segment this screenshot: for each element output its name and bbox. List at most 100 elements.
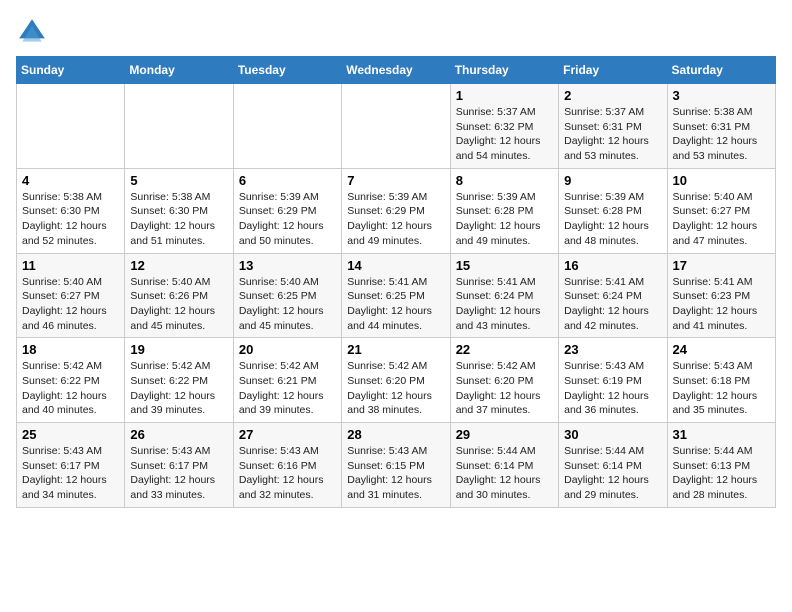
calendar-cell: 10 Sunrise: 5:40 AM Sunset: 6:27 PM Dayli…	[667, 168, 775, 253]
calendar-cell: 20 Sunrise: 5:42 AM Sunset: 6:21 PM Dayli…	[233, 338, 341, 423]
calendar-cell: 5 Sunrise: 5:38 AM Sunset: 6:30 PM Daylig…	[125, 168, 233, 253]
day-info: Sunrise: 5:43 AM Sunset: 6:15 PM Dayligh…	[347, 444, 444, 503]
calendar-cell: 22 Sunrise: 5:42 AM Sunset: 6:20 PM Dayli…	[450, 338, 558, 423]
day-number: 21	[347, 342, 444, 357]
day-info: Sunrise: 5:42 AM Sunset: 6:22 PM Dayligh…	[130, 359, 227, 418]
calendar-cell	[125, 84, 233, 169]
calendar-cell: 28Sunrise: 5:43 AM Sunset: 6:15 PM Dayli…	[342, 423, 450, 508]
day-info: Sunrise: 5:39 AM Sunset: 6:28 PM Dayligh…	[456, 190, 553, 249]
day-number: 16	[564, 258, 661, 273]
day-info: Sunrise: 5:43 AM Sunset: 6:16 PM Dayligh…	[239, 444, 336, 503]
calendar-cell	[17, 84, 125, 169]
calendar-cell: 17 Sunrise: 5:41 AM Sunset: 6:23 PM Dayli…	[667, 253, 775, 338]
day-info: Sunrise: 5:42 AM Sunset: 6:21 PM Dayligh…	[239, 359, 336, 418]
day-info: Sunrise: 5:43 AM Sunset: 6:17 PM Dayligh…	[22, 444, 119, 503]
day-number: 25	[22, 427, 119, 442]
col-header-tuesday: Tuesday	[233, 57, 341, 84]
day-info: Sunrise: 5:44 AM Sunset: 6:13 PM Dayligh…	[673, 444, 770, 503]
calendar-cell: 14Sunrise: 5:41 AM Sunset: 6:25 PM Dayli…	[342, 253, 450, 338]
day-number: 30	[564, 427, 661, 442]
day-info: Sunrise: 5:38 AM Sunset: 6:30 PM Dayligh…	[22, 190, 119, 249]
day-info: Sunrise: 5:42 AM Sunset: 6:20 PM Dayligh…	[456, 359, 553, 418]
day-number: 15	[456, 258, 553, 273]
day-number: 31	[673, 427, 770, 442]
day-number: 14	[347, 258, 444, 273]
calendar-cell	[342, 84, 450, 169]
day-number: 23	[564, 342, 661, 357]
day-number: 27	[239, 427, 336, 442]
day-number: 11	[22, 258, 119, 273]
logo-icon	[16, 16, 48, 48]
day-info: Sunrise: 5:41 AM Sunset: 6:23 PM Dayligh…	[673, 275, 770, 334]
calendar-cell: 18 Sunrise: 5:42 AM Sunset: 6:22 PM Dayli…	[17, 338, 125, 423]
col-header-sunday: Sunday	[17, 57, 125, 84]
day-number: 24	[673, 342, 770, 357]
col-header-monday: Monday	[125, 57, 233, 84]
day-info: Sunrise: 5:37 AM Sunset: 6:31 PM Dayligh…	[564, 105, 661, 164]
calendar-cell: 31 Sunrise: 5:44 AM Sunset: 6:13 PM Dayli…	[667, 423, 775, 508]
day-number: 19	[130, 342, 227, 357]
calendar-cell: 1Sunrise: 5:37 AM Sunset: 6:32 PM Daylig…	[450, 84, 558, 169]
day-info: Sunrise: 5:40 AM Sunset: 6:27 PM Dayligh…	[673, 190, 770, 249]
day-info: Sunrise: 5:41 AM Sunset: 6:24 PM Dayligh…	[564, 275, 661, 334]
calendar-cell: 26 Sunrise: 5:43 AM Sunset: 6:17 PM Dayli…	[125, 423, 233, 508]
calendar-cell: 25 Sunrise: 5:43 AM Sunset: 6:17 PM Dayli…	[17, 423, 125, 508]
col-header-wednesday: Wednesday	[342, 57, 450, 84]
day-number: 17	[673, 258, 770, 273]
day-info: Sunrise: 5:42 AM Sunset: 6:22 PM Dayligh…	[22, 359, 119, 418]
calendar-cell: 8 Sunrise: 5:39 AM Sunset: 6:28 PM Daylig…	[450, 168, 558, 253]
day-number: 29	[456, 427, 553, 442]
day-number: 5	[130, 173, 227, 188]
calendar-cell: 16 Sunrise: 5:41 AM Sunset: 6:24 PM Dayli…	[559, 253, 667, 338]
day-info: Sunrise: 5:38 AM Sunset: 6:30 PM Dayligh…	[130, 190, 227, 249]
col-header-friday: Friday	[559, 57, 667, 84]
day-info: Sunrise: 5:43 AM Sunset: 6:19 PM Dayligh…	[564, 359, 661, 418]
day-info: Sunrise: 5:40 AM Sunset: 6:25 PM Dayligh…	[239, 275, 336, 334]
day-number: 22	[456, 342, 553, 357]
calendar-cell: 13 Sunrise: 5:40 AM Sunset: 6:25 PM Dayli…	[233, 253, 341, 338]
calendar-cell: 3 Sunrise: 5:38 AM Sunset: 6:31 PM Daylig…	[667, 84, 775, 169]
day-number: 20	[239, 342, 336, 357]
calendar-cell: 9Sunrise: 5:39 AM Sunset: 6:28 PM Daylig…	[559, 168, 667, 253]
day-info: Sunrise: 5:39 AM Sunset: 6:29 PM Dayligh…	[347, 190, 444, 249]
day-info: Sunrise: 5:43 AM Sunset: 6:17 PM Dayligh…	[130, 444, 227, 503]
day-info: Sunrise: 5:42 AM Sunset: 6:20 PM Dayligh…	[347, 359, 444, 418]
day-number: 4	[22, 173, 119, 188]
day-info: Sunrise: 5:44 AM Sunset: 6:14 PM Dayligh…	[564, 444, 661, 503]
calendar-cell	[233, 84, 341, 169]
calendar-cell: 30 Sunrise: 5:44 AM Sunset: 6:14 PM Dayli…	[559, 423, 667, 508]
calendar-cell: 11 Sunrise: 5:40 AM Sunset: 6:27 PM Dayli…	[17, 253, 125, 338]
day-info: Sunrise: 5:43 AM Sunset: 6:18 PM Dayligh…	[673, 359, 770, 418]
calendar-cell: 24 Sunrise: 5:43 AM Sunset: 6:18 PM Dayli…	[667, 338, 775, 423]
calendar-cell: 29 Sunrise: 5:44 AM Sunset: 6:14 PM Dayli…	[450, 423, 558, 508]
calendar-cell: 2 Sunrise: 5:37 AM Sunset: 6:31 PM Daylig…	[559, 84, 667, 169]
day-number: 8	[456, 173, 553, 188]
day-number: 6	[239, 173, 336, 188]
day-number: 26	[130, 427, 227, 442]
day-number: 13	[239, 258, 336, 273]
day-info: Sunrise: 5:39 AM Sunset: 6:29 PM Dayligh…	[239, 190, 336, 249]
day-info: Sunrise: 5:39 AM Sunset: 6:28 PM Dayligh…	[564, 190, 661, 249]
day-info: Sunrise: 5:40 AM Sunset: 6:27 PM Dayligh…	[22, 275, 119, 334]
calendar-cell: 4 Sunrise: 5:38 AM Sunset: 6:30 PM Daylig…	[17, 168, 125, 253]
calendar-table: SundayMondayTuesdayWednesdayThursdayFrid…	[16, 56, 776, 508]
day-info: Sunrise: 5:40 AM Sunset: 6:26 PM Dayligh…	[130, 275, 227, 334]
calendar-cell: 21 Sunrise: 5:42 AM Sunset: 6:20 PM Dayli…	[342, 338, 450, 423]
day-number: 2	[564, 88, 661, 103]
calendar-cell: 23 Sunrise: 5:43 AM Sunset: 6:19 PM Dayli…	[559, 338, 667, 423]
calendar-cell: 15 Sunrise: 5:41 AM Sunset: 6:24 PM Dayli…	[450, 253, 558, 338]
day-info: Sunrise: 5:37 AM Sunset: 6:32 PM Dayligh…	[456, 105, 553, 164]
day-number: 18	[22, 342, 119, 357]
calendar-cell: 6 Sunrise: 5:39 AM Sunset: 6:29 PM Daylig…	[233, 168, 341, 253]
day-info: Sunrise: 5:44 AM Sunset: 6:14 PM Dayligh…	[456, 444, 553, 503]
col-header-saturday: Saturday	[667, 57, 775, 84]
calendar-cell: 27 Sunrise: 5:43 AM Sunset: 6:16 PM Dayli…	[233, 423, 341, 508]
day-number: 7	[347, 173, 444, 188]
day-info: Sunrise: 5:41 AM Sunset: 6:24 PM Dayligh…	[456, 275, 553, 334]
day-info: Sunrise: 5:38 AM Sunset: 6:31 PM Dayligh…	[673, 105, 770, 164]
calendar-cell: 12Sunrise: 5:40 AM Sunset: 6:26 PM Dayli…	[125, 253, 233, 338]
page-header	[16, 16, 776, 48]
day-number: 3	[673, 88, 770, 103]
col-header-thursday: Thursday	[450, 57, 558, 84]
day-number: 10	[673, 173, 770, 188]
